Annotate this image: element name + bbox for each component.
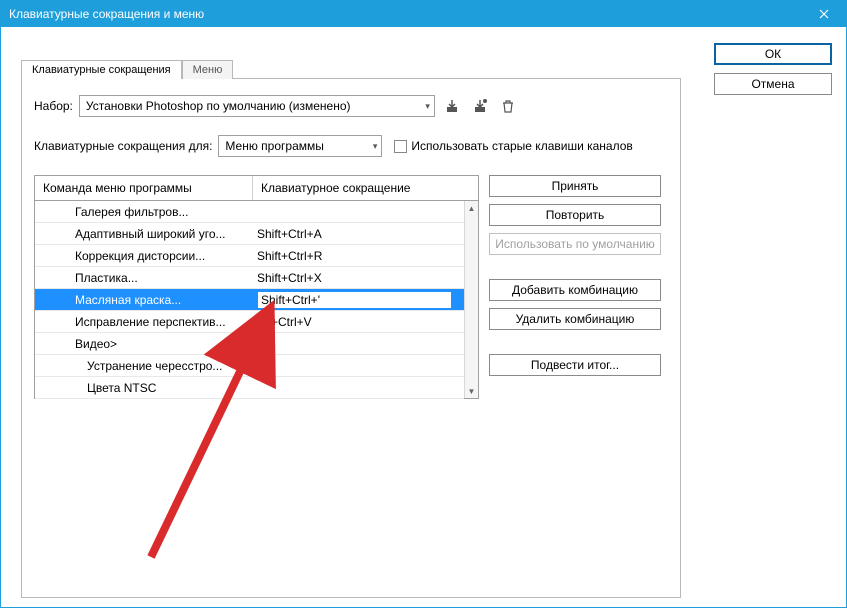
table-header: Команда меню программы Клавиатурное сокр… [34,175,479,201]
command-cell: Цвета NTSC [35,381,253,395]
tab-bar: Клавиатурные сокращения Меню [21,59,681,78]
shortcut-cell: Shift+Ctrl+R [253,249,464,263]
command-cell: Исправление перспектив... [35,315,253,329]
command-cell: Масляная краска... [35,293,253,307]
dialog-window: Клавиатурные сокращения и меню ОК Отмена… [0,0,847,608]
chevron-down-icon: ▾ [373,141,378,152]
titlebar: Клавиатурные сокращения и меню [1,1,846,27]
scrollbar[interactable]: ▲ ▼ [464,201,478,398]
scroll-up-icon[interactable]: ▲ [465,201,478,215]
set-label: Набор: [34,99,73,113]
legacy-channels-label: Использовать старые клавиши каналов [411,139,632,153]
for-select-value: Меню программы [225,139,323,153]
window-title: Клавиатурные сокращения и меню [9,7,204,21]
command-cell: Адаптивный широкий уго... [35,227,253,241]
for-label: Клавиатурные сокращения для: [34,139,212,153]
table-row[interactable]: Видео> [35,333,464,355]
command-cell: Коррекция дисторсии... [35,249,253,263]
dialog-right-buttons: ОК Отмена [714,43,832,95]
legacy-channels-checkbox-wrap[interactable]: Использовать старые клавиши каналов [394,139,632,153]
set-row: Набор: Установки Photoshop по умолчанию … [34,95,668,117]
command-cell: Устранение чересстро... [35,359,253,373]
table-row[interactable]: Устранение чересстро... [35,355,464,377]
table-row[interactable]: Пластика...Shift+Ctrl+X [35,267,464,289]
shortcut-cell: Shift+Ctrl+' [253,291,464,309]
table-row[interactable]: Масляная краска... Shift+Ctrl+' [35,289,464,311]
shortcut-cell: Alt+Ctrl+V [253,315,464,329]
close-button[interactable] [802,1,846,27]
for-select[interactable]: Меню программы ▾ [218,135,382,157]
command-cell: Пластика... [35,271,253,285]
use-default-button[interactable]: Использовать по умолчанию [489,233,661,255]
table-row[interactable]: Галерея фильтров... [35,201,464,223]
delete-set-button[interactable] [497,95,519,117]
save-as-icon [472,98,488,114]
th-shortcut: Клавиатурное сокращение [253,176,478,200]
summarize-button[interactable]: Подвести итог... [489,354,661,376]
trash-icon [500,98,516,114]
close-icon [819,9,829,19]
table-body: Галерея фильтров... Адаптивный широкий уг… [34,201,479,399]
chevron-down-icon: ▾ [425,101,430,112]
tab-menu[interactable]: Меню [182,60,234,79]
shortcut-input[interactable]: Shift+Ctrl+' [257,291,452,309]
repeat-button[interactable]: Повторить [489,204,661,226]
side-buttons: Принять Повторить Использовать по умолча… [489,175,661,399]
command-cell: Галерея фильтров... [35,205,253,219]
tab-panel: Набор: Установки Photoshop по умолчанию … [21,78,681,598]
table-row[interactable]: Адаптивный широкий уго...Shift+Ctrl+A [35,223,464,245]
table-row[interactable]: Цвета NTSC [35,377,464,399]
for-row: Клавиатурные сокращения для: Меню програ… [34,135,668,157]
legacy-channels-checkbox[interactable] [394,140,407,153]
set-select[interactable]: Установки Photoshop по умолчанию (измене… [79,95,435,117]
add-combo-button[interactable]: Добавить комбинацию [489,279,661,301]
table-row[interactable]: Коррекция дисторсии...Shift+Ctrl+R [35,245,464,267]
shortcut-cell: Shift+Ctrl+X [253,271,464,285]
delete-combo-button[interactable]: Удалить комбинацию [489,308,661,330]
save-as-set-button[interactable] [469,95,491,117]
command-cell: Видео> [35,337,253,351]
scroll-down-icon[interactable]: ▼ [465,384,478,398]
save-icon [444,98,460,114]
ok-button[interactable]: ОК [714,43,832,65]
cancel-button[interactable]: Отмена [714,73,832,95]
table-row[interactable]: Исправление перспектив...Alt+Ctrl+V [35,311,464,333]
save-set-button[interactable] [441,95,463,117]
tab-shortcuts[interactable]: Клавиатурные сокращения [21,60,182,79]
set-select-value: Установки Photoshop по умолчанию (измене… [86,99,351,113]
accept-button[interactable]: Принять [489,175,661,197]
shortcut-cell: Shift+Ctrl+A [253,227,464,241]
th-command: Команда меню программы [35,176,253,200]
shortcuts-table: Команда меню программы Клавиатурное сокр… [34,175,479,399]
